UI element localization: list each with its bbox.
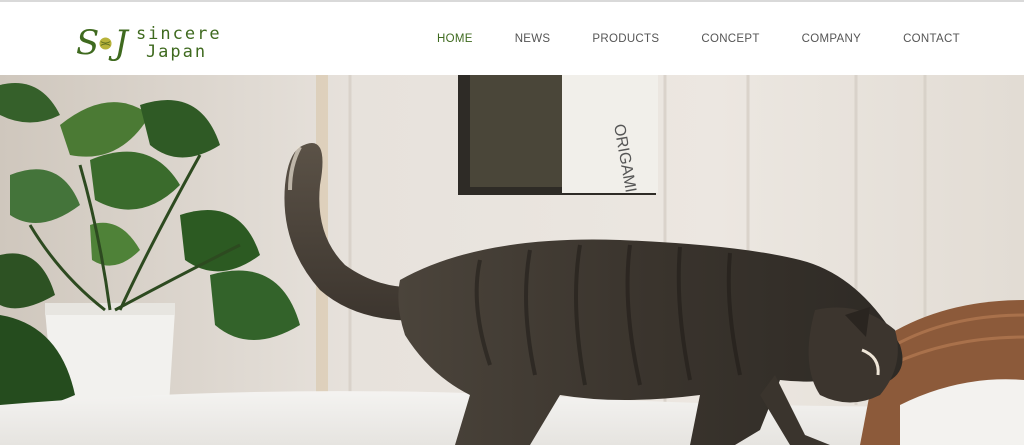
logo-wordmark: sincere Japan [135,23,222,62]
hero-image: ORIGAMI [0,75,1024,445]
logo-word-japan: Japan [145,41,208,62]
nav-products[interactable]: PRODUCTS [592,33,659,45]
main-nav: HOME NEWS PRODUCTS CONCEPT COMPANY CONTA… [437,2,960,75]
nav-home[interactable]: HOME [437,33,473,45]
nav-concept[interactable]: CONCEPT [701,33,759,45]
logo-mark: S J [76,20,128,66]
hero-illustration: ORIGAMI [0,75,1024,445]
logo-letter-s: S [76,23,99,63]
nav-contact[interactable]: CONTACT [903,33,960,45]
nav-company[interactable]: COMPANY [802,33,861,45]
logo-letter-j: J [114,23,128,63]
ball-icon [99,36,112,50]
hanging-book: ORIGAMI [458,75,658,195]
brand-logo[interactable]: S J sincere Japan [76,20,222,66]
nav-news[interactable]: NEWS [515,33,551,45]
site-header: S J sincere Japan HOME NEWS PRODUCTS CON… [0,2,1024,75]
logo-word-sincere: sincere [135,23,222,44]
